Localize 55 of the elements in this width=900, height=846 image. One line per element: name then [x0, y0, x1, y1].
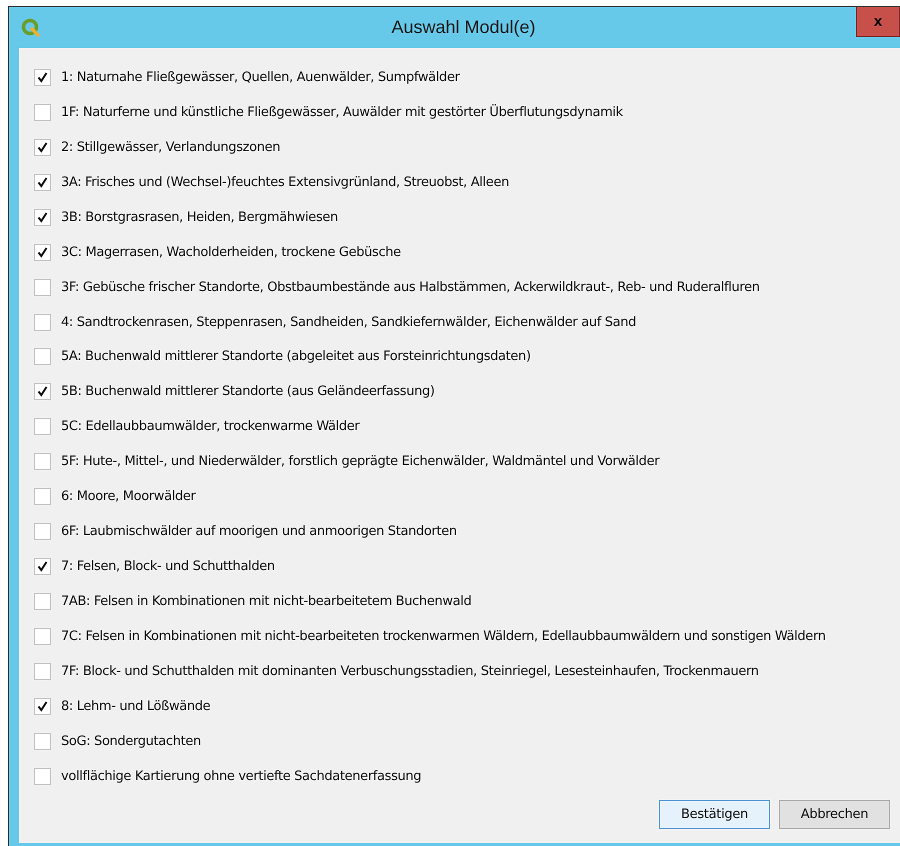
checkbox-label: 5F: Hute-, Mittel-, und Niederwälder, forstlich geprägte Eichenwälder, Waldmäntel und Vorwälder [61, 454, 660, 470]
check-icon [37, 212, 48, 223]
checkbox-label: 5B: Buchenwald mittlerer Standorte (aus Geländeerfassung) [61, 384, 435, 400]
checkbox-label: vollflächige Kartierung ohne vertiefte Sachdatenerfassung [61, 768, 422, 784]
checkbox-label: 3C: Magerrasen, Wacholderheiden, trockene Gebüsche [61, 244, 401, 260]
check-icon [37, 72, 48, 83]
checkbox-label: 1: Naturnahe Fließgewässer, Quellen, Auenwälder, Sumpfwälder [61, 70, 460, 85]
checkbox[interactable] [34, 314, 51, 331]
checkbox[interactable] [34, 278, 51, 296]
checkbox-label: 5A: Buchenwald mittlerer Standorte (abgeleitet aus Forsteinrichtungsdaten) [61, 349, 531, 364]
check-icon [37, 561, 48, 572]
checkbox[interactable] [34, 488, 51, 506]
checkbox[interactable] [34, 348, 51, 366]
checkbox-label: 7C: Felsen in Kombinationen mit nicht-bearbeiteten trockenwarmen Wäldern, Edellaubbaumwäldern und sonstigen Wäldern [61, 628, 826, 644]
checkbox[interactable] [34, 208, 51, 226]
checkbox-label: 6F: Laubmischwälder auf moorigen und anmoorigen Standorten [61, 524, 457, 540]
checkbox[interactable] [34, 732, 51, 750]
close-button[interactable]: x [856, 7, 900, 37]
checkbox-label: 7: Felsen, Block- und Schutthalden [61, 559, 275, 574]
checkbox[interactable] [34, 104, 51, 121]
checkbox[interactable] [34, 244, 51, 261]
checkbox[interactable] [34, 383, 51, 400]
checkbox-label: 6: Moore, Moorwälder [61, 489, 196, 504]
checkbox[interactable] [34, 768, 51, 785]
checkbox[interactable] [34, 558, 51, 576]
checkbox[interactable] [34, 698, 51, 715]
app-logo-icon [21, 18, 41, 38]
checkbox-label: 4: Sandtrockenrasen, Steppenrasen, Sandheiden, Sandkiefernwälder, Eichenwälder auf Sand [61, 314, 636, 330]
checkbox-label: 7F: Block- und Schutthalden mit dominanten Verbuschungsstadien, Steinriegel, Lesesteinhaufen, Trockenmauern [61, 664, 759, 679]
checkbox-label: 2: Stillgewässer, Verlandungszonen [61, 140, 280, 155]
checkbox[interactable] [34, 138, 51, 156]
checkbox[interactable] [34, 523, 51, 540]
cancel-button[interactable]: Abbrechen [779, 800, 890, 829]
checkbox-label: 3F: Gebüsche frischer Standorte, Obstbaumbestände aus Halbstämmen, Ackerwildkraut-, Reb- und Ruderalfluren [61, 280, 760, 295]
checkbox-label: SoG: Sondergutachten [61, 734, 201, 749]
checkbox-label: 8: Lehm- und Lößwände [61, 698, 210, 714]
checkbox-label: 3A: Frisches und (Wechsel-)feuchtes Extensivgrünland, Streuobst, Alleen [61, 174, 509, 190]
checkbox[interactable] [34, 453, 51, 470]
check-icon [37, 700, 48, 712]
checkbox[interactable] [34, 628, 51, 645]
checkbox[interactable] [34, 174, 51, 191]
checkbox-label: 1F: Naturferne und künstliche Fließgewässer, Auwälder mit gestörter Überflutungsdynamik [61, 104, 623, 120]
checkbox-label: 7AB: Felsen in Kombinationen mit nicht-bearbeitetem Buchenwald [61, 594, 472, 610]
confirm-button[interactable]: Bestätigen [659, 800, 770, 829]
checkbox[interactable] [34, 68, 51, 86]
checkbox[interactable] [34, 662, 51, 680]
checkbox[interactable] [34, 593, 51, 610]
checkbox[interactable] [34, 418, 51, 436]
check-icon [37, 176, 48, 188]
checkbox-label: 5C: Edellaubbaumwälder, trockenwarme Wälder [61, 419, 360, 434]
window-title: Auswahl Modul(e) [390, 17, 537, 38]
check-icon [37, 386, 48, 398]
checkbox-label: 3B: Borstgrasrasen, Heiden, Bergmähwiesen [61, 210, 338, 225]
check-icon [37, 246, 48, 258]
check-icon [37, 142, 48, 153]
